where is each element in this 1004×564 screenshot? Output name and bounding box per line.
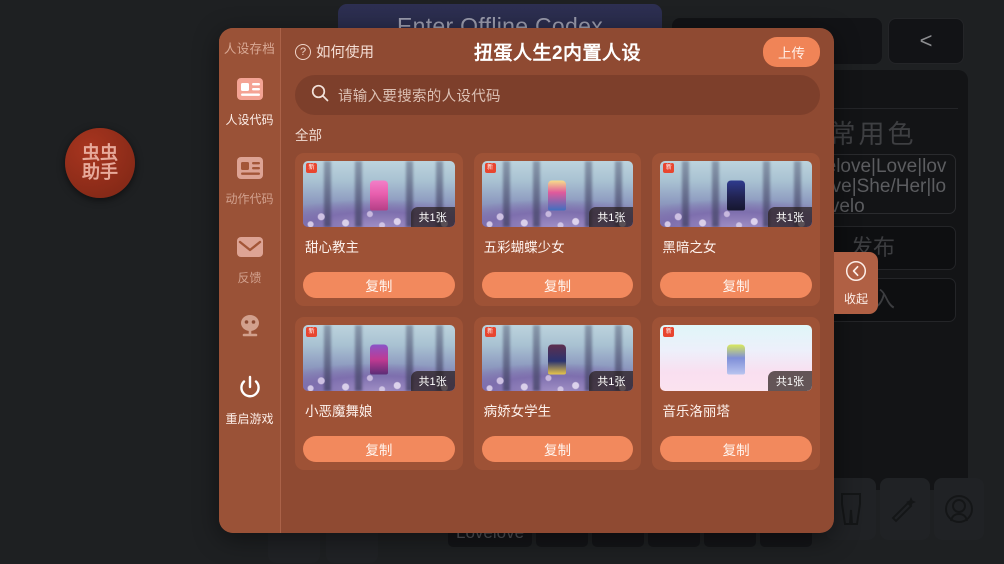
sidebar-item-label: 重启游戏	[225, 412, 274, 426]
sidebar-item-character-code[interactable]: 人设代码	[219, 73, 280, 128]
card-image-count: 共1张	[589, 371, 634, 391]
chevron-left-circle-icon	[845, 260, 867, 287]
logo-line-2: 助手	[82, 162, 118, 182]
sidebar-item-label: 人设代码	[225, 113, 274, 127]
card-thumbnail[interactable]: 新 共1张	[660, 161, 812, 227]
character-card[interactable]: 新 共1张 音乐洛丽塔 复制	[652, 317, 820, 470]
card-thumbnail[interactable]: 新 共1张	[303, 161, 455, 227]
back-button[interactable]: <	[888, 18, 964, 64]
card-image-count: 共1张	[767, 207, 812, 227]
character-card[interactable]: 新 共1张 病娇女学生 复制	[473, 317, 642, 470]
character-card[interactable]: 新 共1张 甜心教主 复制	[295, 153, 463, 306]
modal-sidebar: 人设存档 人设代码 动作代码 反馈 重启游戏	[219, 28, 281, 533]
copy-button[interactable]: 复制	[481, 436, 634, 462]
copy-button[interactable]: 复制	[660, 436, 812, 462]
card-name: 音乐洛丽塔	[662, 404, 730, 419]
card-thumbnail[interactable]: 新 共1张	[481, 161, 634, 227]
new-badge: 新	[306, 327, 317, 337]
search-placeholder: 请输入要搜索的人设代码	[338, 88, 501, 105]
sidebar-item-restart-game[interactable]: 重启游戏	[219, 372, 280, 427]
card-name: 小恶魔舞娘	[305, 404, 373, 419]
copy-button[interactable]: 复制	[303, 272, 455, 298]
card-image-count: 共1张	[410, 371, 455, 391]
card-name: 病娇女学生	[483, 404, 552, 419]
new-badge: 新	[484, 163, 496, 173]
character-card[interactable]: 新 共1张 五彩蝴蝶少女 复制	[473, 153, 642, 306]
collapse-label: 收起	[843, 291, 868, 306]
card-name: 黑暗之女	[662, 240, 717, 255]
collapse-panel-button[interactable]: 收起	[834, 252, 878, 314]
sidebar-item-label: 反馈	[237, 271, 262, 285]
filter-row: 全部	[281, 115, 834, 149]
logo-line-1: 虫虫	[82, 143, 118, 163]
card-thumbnail[interactable]: 新 共1张	[303, 325, 455, 391]
id-card-icon	[234, 152, 266, 184]
new-badge: 新	[663, 163, 675, 173]
card-name: 五彩蝴蝶少女	[483, 240, 565, 255]
character-card[interactable]: 新 共1张 黑暗之女 复制	[652, 153, 820, 306]
search-input[interactable]: 请输入要搜索的人设代码	[295, 75, 820, 115]
new-badge: 新	[306, 163, 317, 173]
filter-all-label[interactable]: 全部	[295, 128, 322, 143]
sidebar-item-robot[interactable]	[219, 310, 280, 348]
sidebar-item-label: 动作代码	[225, 192, 274, 206]
search-bar-wrapper: 请输入要搜索的人设代码	[281, 75, 834, 115]
upload-button[interactable]: 上传	[763, 36, 820, 67]
magic-wand-icon[interactable]	[880, 478, 930, 540]
character-code-modal: 人设存档 人设代码 动作代码 反馈 重启游戏 ? 如何使用 扭蛋人生2内置人设 …	[219, 28, 834, 533]
card-name: 甜心教主	[305, 240, 359, 255]
card-thumbnail[interactable]: 新 共1张	[481, 325, 634, 391]
card-image-count: 共1张	[767, 371, 812, 391]
card-image-count: 共1张	[589, 207, 634, 227]
question-mark-icon: ?	[295, 43, 311, 60]
how-to-use-link[interactable]: ? 如何使用	[295, 41, 374, 62]
modal-main-pane: ? 如何使用 扭蛋人生2内置人设 上传 请输入要搜索的人设代码 全部 新 共1张…	[281, 28, 834, 533]
copy-button[interactable]: 复制	[481, 272, 634, 298]
background-icon-row-right	[826, 478, 984, 540]
how-to-use-label: 如何使用	[316, 45, 374, 61]
sidebar-title: 人设存档	[223, 42, 276, 56]
robot-icon	[234, 310, 266, 342]
sidebar-item-action-code[interactable]: 动作代码	[219, 152, 280, 207]
character-card[interactable]: 新 共1张 小恶魔舞娘 复制	[295, 317, 463, 470]
character-card-grid: 新 共1张 甜心教主 复制 新 共1张 五彩蝴蝶少女 复制 新 共1张 黑暗之女…	[281, 149, 834, 533]
modal-header: ? 如何使用 扭蛋人生2内置人设 上传	[281, 28, 834, 75]
new-badge: 新	[484, 327, 496, 337]
power-icon	[234, 372, 266, 404]
mail-icon	[234, 231, 266, 263]
card-image-count: 共1张	[410, 207, 455, 227]
search-icon	[311, 84, 329, 107]
card-thumbnail[interactable]: 新 共1张	[660, 325, 812, 391]
copy-button[interactable]: 复制	[303, 436, 455, 462]
sidebar-item-feedback[interactable]: 反馈	[219, 231, 280, 286]
id-card-icon	[234, 73, 266, 105]
avatar-icon[interactable]	[934, 478, 984, 540]
new-badge: 新	[663, 327, 675, 337]
floating-assistant-logo[interactable]: 虫虫 助手	[65, 128, 135, 198]
copy-button[interactable]: 复制	[660, 272, 812, 298]
